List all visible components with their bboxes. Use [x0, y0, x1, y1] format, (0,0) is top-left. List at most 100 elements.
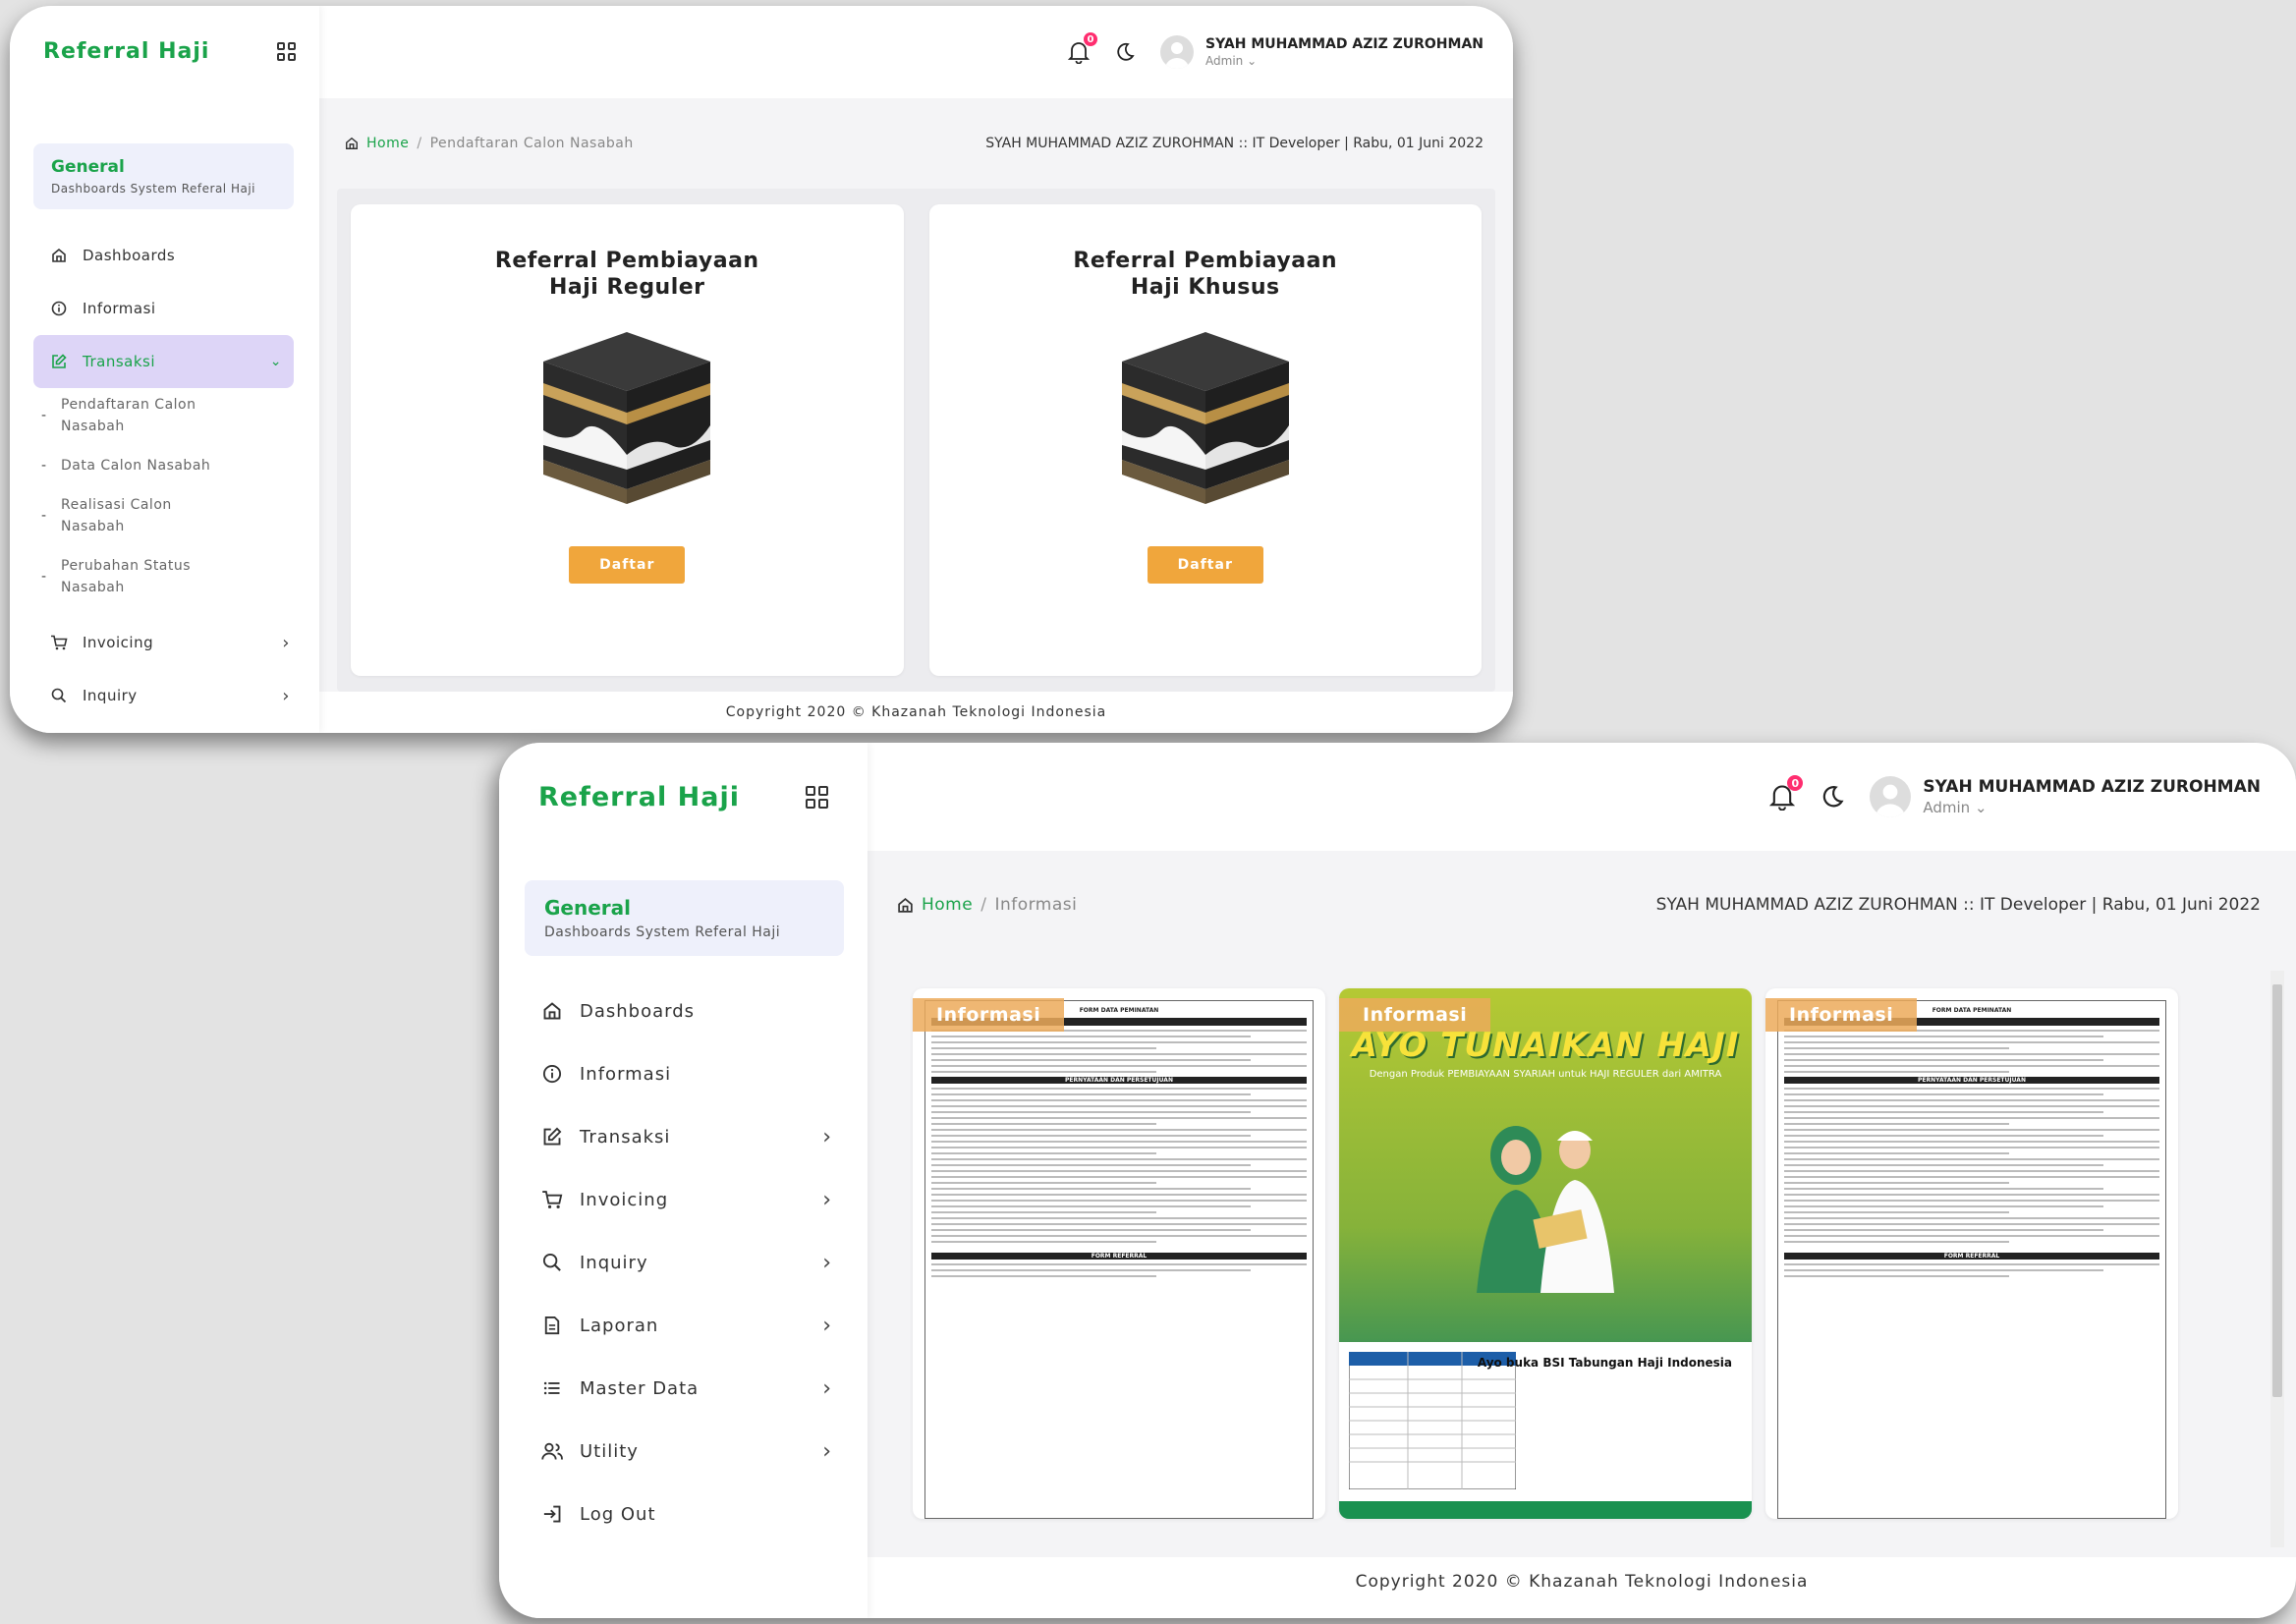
submenu-item-perubahan-status[interactable]: - Perubahan Status Nasabah: [41, 555, 319, 598]
window-pendaftaran: Referral Haji General Dashboards System …: [10, 6, 1513, 733]
sidebar-item-label: Dashboards: [83, 247, 176, 264]
brand-title: Referral Haji: [43, 38, 210, 64]
footer: Copyright 2020 © Khazanah Teknologi Indo…: [319, 692, 1513, 733]
topbar: 0 SYAH MUHAMMAD AZIZ ZUROHMAN Admin ⌄: [319, 6, 1513, 98]
logout-icon: [536, 1504, 568, 1524]
sidebar: Referral Haji General Dashboards System …: [499, 743, 868, 1618]
user-menu[interactable]: SYAH MUHAMMAD AZIZ ZUROHMAN Admin ⌄: [1870, 776, 2261, 817]
sidebar-item-label: Invoicing: [83, 634, 154, 651]
breadcrumb-current: Informasi: [994, 895, 1078, 915]
info-tag: Informasi: [913, 998, 1065, 1032]
form-document: FORM DATA PEMINATAN PERNYATAAN DAN PERSE…: [924, 1000, 1314, 1519]
home-icon: [898, 897, 913, 913]
sidebar-item-utility[interactable]: Utility ›: [499, 1420, 868, 1483]
sidebar-item-label: Informasi: [83, 300, 156, 317]
poster-bottom-bar: [1339, 1501, 1752, 1519]
sidebar-item-dashboards[interactable]: Dashboards: [499, 980, 868, 1042]
submenu-item-realisasi[interactable]: - Realisasi Calon Nasabah: [41, 494, 319, 537]
breadcrumb: Home / Pendaftaran Calon Nasabah: [345, 136, 634, 151]
dark-mode-toggle[interactable]: [1820, 785, 1844, 809]
sidebar-item-label: Dashboards: [580, 1000, 696, 1022]
breadcrumb: Home / Informasi: [897, 895, 1077, 915]
topbar: 0 SYAH MUHAMMAD AZIZ ZUROHMAN Admin ⌄: [868, 743, 2296, 851]
users-icon: [536, 1441, 568, 1461]
transaksi-submenu: - Pendaftaran Calon Nasabah - Data Calon…: [10, 388, 319, 616]
sidebar-item-dashboards[interactable]: Dashboards: [10, 229, 319, 282]
daftar-button-khusus[interactable]: Daftar: [1147, 546, 1263, 584]
submenu-item-pendaftaran[interactable]: - Pendaftaran Calon Nasabah: [41, 394, 319, 437]
search-icon: [45, 688, 73, 703]
general-title: General: [544, 896, 631, 920]
pilgrims-illustration: [1477, 1126, 1614, 1293]
page-info: SYAH MUHAMMAD AZIZ ZUROHMAN :: IT Develo…: [1655, 895, 2261, 915]
form-document: FORM DATA PEMINATAN PERNYATAAN DAN PERSE…: [1777, 1000, 2166, 1519]
sidebar-item-informasi[interactable]: Informasi: [10, 282, 319, 335]
home-icon: [346, 137, 358, 149]
info-card-form-1[interactable]: Informasi FORM DATA PEMINATAN PERNYATAAN…: [913, 988, 1325, 1519]
submenu-item-label: Data Calon Nasabah: [61, 458, 211, 474]
moon-icon: [1117, 42, 1135, 61]
user-info: SYAH MUHAMMAD AZIZ ZUROHMAN Admin ⌄: [1923, 777, 2261, 816]
page-info: SYAH MUHAMMAD AZIZ ZUROHMAN :: IT Develo…: [985, 136, 1484, 151]
edit-icon: [536, 1127, 568, 1147]
grid-menu-icon[interactable]: [277, 41, 296, 61]
card-container: Referral Pembiayaan Haji Reguler Daftar …: [337, 189, 1495, 692]
user-role-label: Admin: [1205, 54, 1244, 68]
sidebar-item-invoicing[interactable]: Invoicing ›: [499, 1168, 868, 1231]
sidebar-item-transaksi[interactable]: Transaksi ›: [499, 1105, 868, 1168]
notification-badge: 0: [1084, 32, 1098, 46]
breadcrumb-home[interactable]: Home: [366, 136, 409, 151]
home-icon: [45, 248, 73, 263]
list-icon: [536, 1378, 568, 1398]
dash-marker: -: [41, 569, 47, 585]
dash-marker: -: [41, 408, 47, 423]
content-scrollbar[interactable]: [2270, 971, 2284, 1547]
notification-bell[interactable]: 0: [1068, 32, 1098, 64]
sidebar-item-invoicing[interactable]: Invoicing ›: [10, 616, 319, 669]
sidebar-item-inquiry[interactable]: Inquiry ›: [499, 1231, 868, 1294]
poster-headline: AYO TUNAIKAN HAJI: [1351, 1026, 1740, 1065]
user-role-label: Admin: [1923, 799, 1971, 816]
submenu-item-data-calon[interactable]: - Data Calon Nasabah: [41, 455, 319, 476]
notification-bell[interactable]: 0: [1769, 775, 1804, 811]
sidebar-item-label: Transaksi: [83, 353, 155, 370]
poster-info-panel: Ayo buka BSI Tabungan Haji Indonesia: [1339, 1342, 1752, 1519]
sidebar-item-informasi[interactable]: Informasi: [499, 1042, 868, 1105]
sidebar-item-label: Informasi: [580, 1063, 672, 1085]
info-cards-container: Informasi FORM DATA PEMINATAN PERNYATAAN…: [868, 959, 2296, 1557]
general-subtitle: Dashboards System Referal Haji: [544, 924, 781, 940]
user-menu[interactable]: SYAH MUHAMMAD AZIZ ZUROHMAN Admin ⌄: [1160, 35, 1484, 69]
user-name: SYAH MUHAMMAD AZIZ ZUROHMAN: [1205, 36, 1484, 52]
grid-menu-icon[interactable]: [806, 785, 828, 809]
kaaba-image: [524, 322, 730, 513]
general-subtitle: Dashboards System Referal Haji: [51, 182, 256, 196]
info-card-poster[interactable]: Informasi AYO TUNAIKAN HAJI Dengan Produ…: [1339, 988, 1752, 1519]
sidebar-item-label: Transaksi: [580, 1126, 671, 1148]
chevron-right-icon: ›: [822, 1124, 832, 1149]
daftar-button-reguler[interactable]: Daftar: [569, 546, 686, 584]
sidebar-item-master-data[interactable]: Master Data ›: [499, 1357, 868, 1420]
info-icon: [536, 1064, 568, 1084]
home-icon: [536, 1001, 568, 1021]
moon-icon: [1823, 786, 1844, 808]
poster-subline: Dengan Produk PEMBIAYAAN SYARIAH untuk H…: [1369, 1069, 1722, 1080]
info-icon: [45, 301, 73, 316]
info-card-form-2[interactable]: Informasi FORM DATA PEMINATAN PERNYATAAN…: [1765, 988, 2178, 1519]
dark-mode-toggle[interactable]: [1115, 42, 1135, 62]
breadcrumb-separator: /: [980, 895, 987, 915]
user-role: Admin ⌄: [1205, 54, 1258, 68]
sidebar-item-transaksi[interactable]: Transaksi ⌄: [33, 335, 294, 388]
breadcrumb-current: Pendaftaran Calon Nasabah: [429, 136, 634, 151]
sidebar-item-logout[interactable]: Log Out: [499, 1483, 868, 1545]
submenu-item-label: Realisasi Calon Nasabah: [61, 497, 172, 534]
sidebar-item-label: Master Data: [580, 1377, 700, 1399]
sidebar-item-label: Inquiry: [580, 1252, 648, 1273]
breadcrumb-bar: Home / Informasi SYAH MUHAMMAD AZIZ ZURO…: [868, 851, 2296, 959]
user-info: SYAH MUHAMMAD AZIZ ZUROHMAN Admin ⌄: [1205, 36, 1484, 68]
scrollbar-thumb[interactable]: [2272, 984, 2282, 1397]
breadcrumb-home[interactable]: Home: [922, 895, 973, 915]
sidebar-item-laporan[interactable]: Laporan ›: [499, 1294, 868, 1357]
user-role: Admin ⌄: [1923, 799, 1988, 816]
sidebar-item-inquiry[interactable]: Inquiry ›: [10, 669, 319, 722]
sidebar-item-label: Utility: [580, 1440, 639, 1462]
